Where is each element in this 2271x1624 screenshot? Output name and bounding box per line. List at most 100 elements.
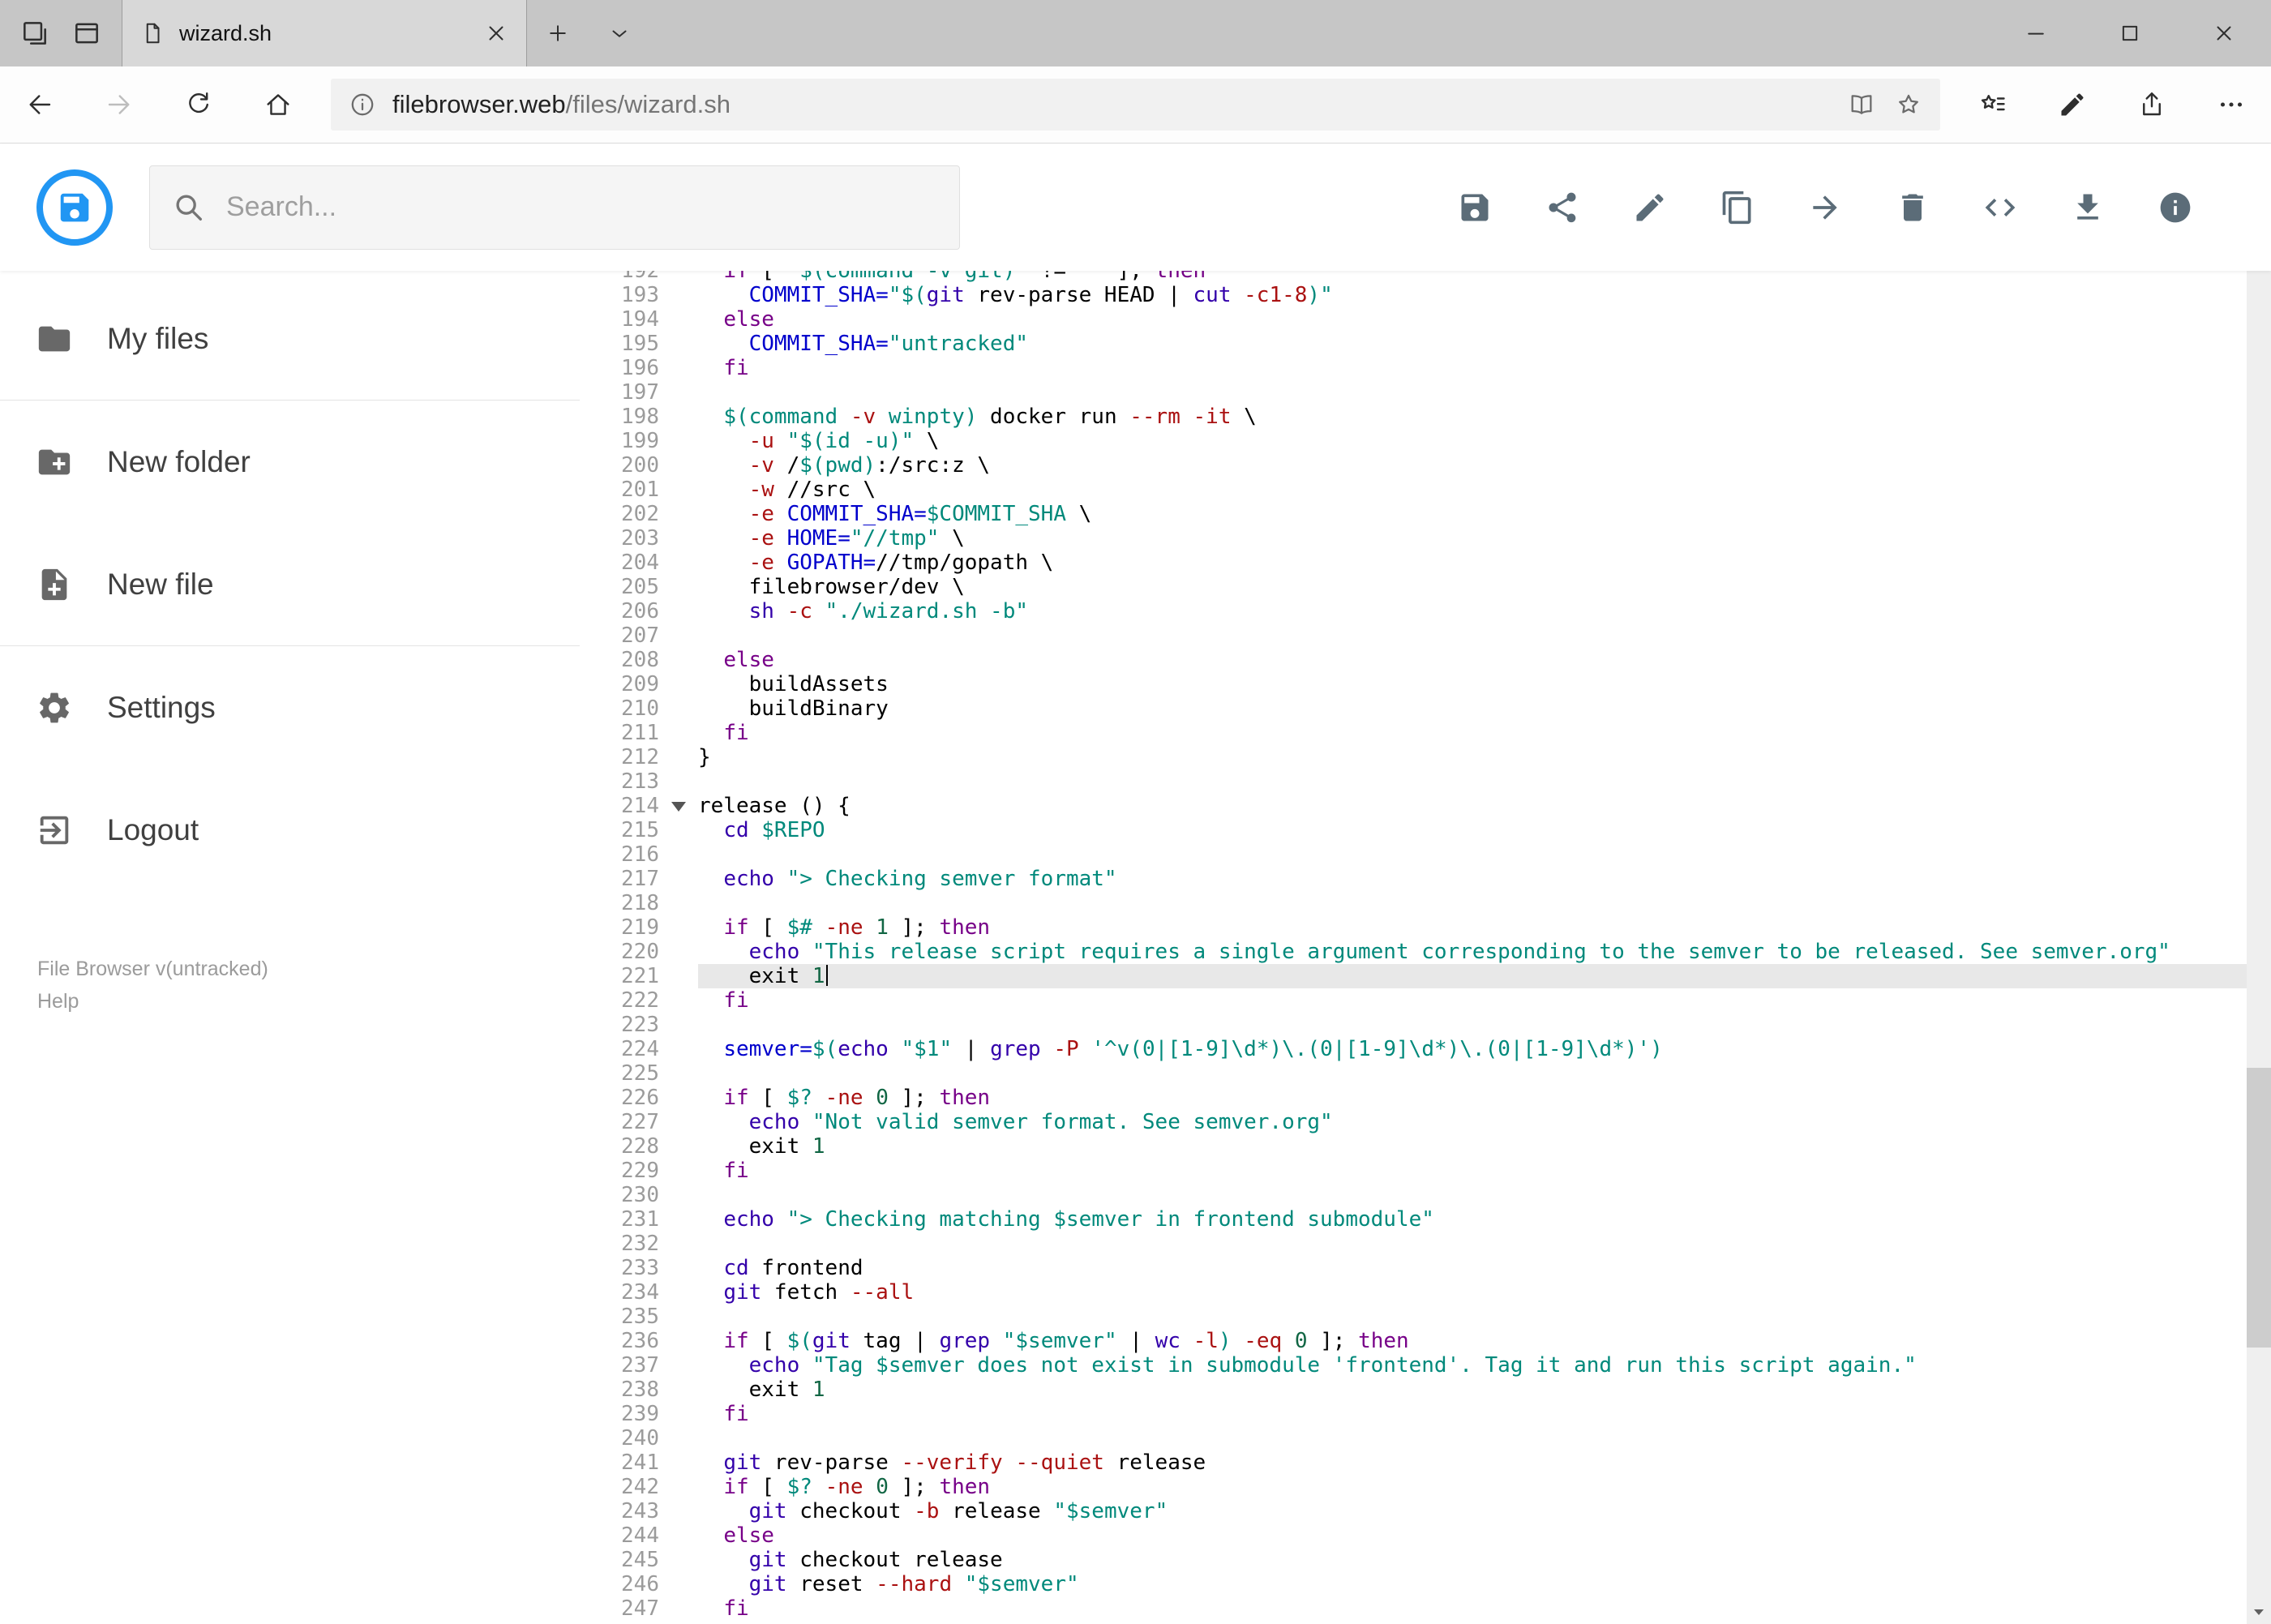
code-line-245[interactable]: 245 git checkout release (580, 1548, 2271, 1572)
home-button[interactable] (238, 66, 318, 143)
code-line-196[interactable]: 196 fi (580, 356, 2271, 380)
code-line-235[interactable]: 235 (580, 1305, 2271, 1329)
code-line-220[interactable]: 220 echo "This release script requires a… (580, 940, 2271, 964)
forward-button[interactable] (79, 66, 159, 143)
code-line-211[interactable]: 211 fi (580, 721, 2271, 745)
code-line-214[interactable]: 214 release () { (580, 794, 2271, 818)
reading-view-button[interactable] (1838, 79, 1885, 131)
refresh-button[interactable] (159, 66, 238, 143)
code-line-234[interactable]: 234 git fetch --all (580, 1280, 2271, 1305)
code-line-221[interactable]: 221 exit 1 (580, 964, 2271, 988)
code-line-244[interactable]: 244 else (580, 1523, 2271, 1548)
code-line-217[interactable]: 217 echo "> Checking semver format" (580, 867, 2271, 891)
raw-code-button[interactable] (1982, 190, 2018, 225)
code-line-241[interactable]: 241 git rev-parse --verify --quiet relea… (580, 1450, 2271, 1475)
code-line-208[interactable]: 208 else (580, 648, 2271, 672)
save-button[interactable] (1457, 190, 1493, 225)
back-button[interactable] (0, 66, 79, 143)
code-line-228[interactable]: 228 exit 1 (580, 1134, 2271, 1159)
download-button[interactable] (2070, 190, 2106, 225)
help-link[interactable]: Help (37, 985, 79, 1018)
code-line-195[interactable]: 195 COMMIT_SHA="untracked" (580, 332, 2271, 356)
minimize-button[interactable] (1989, 0, 2083, 66)
code-line-206[interactable]: 206 sh -c "./wizard.sh -b" (580, 599, 2271, 623)
code-line-225[interactable]: 225 (580, 1061, 2271, 1086)
sidebar-item-settings[interactable]: Settings (0, 646, 580, 769)
more-options-button[interactable] (2192, 66, 2271, 143)
set-aside-tabs-button[interactable] (19, 18, 50, 49)
code-line-215[interactable]: 215 cd $REPO (580, 818, 2271, 842)
copy-button[interactable] (1720, 190, 1755, 225)
search-bar[interactable] (149, 165, 960, 250)
address-bar[interactable]: filebrowser.web/files/wizard.sh (331, 79, 1940, 131)
add-favorite-button[interactable] (1885, 79, 1932, 131)
code-line-210[interactable]: 210 buildBinary (580, 696, 2271, 721)
code-line-236[interactable]: 236 if [ $(git tag | grep "$semver" | wc… (580, 1329, 2271, 1353)
share-button[interactable] (2112, 66, 2192, 143)
fold-marker[interactable] (659, 794, 698, 818)
code-line-193[interactable]: 193 COMMIT_SHA="$(git rev-parse HEAD | c… (580, 283, 2271, 307)
code-line-222[interactable]: 222 fi (580, 988, 2271, 1013)
code-line-242[interactable]: 242 if [ $? -ne 0 ]; then (580, 1475, 2271, 1499)
scrollbar-thumb[interactable] (2247, 1068, 2271, 1348)
code-line-207[interactable]: 207 (580, 623, 2271, 648)
code-line-216[interactable]: 216 (580, 842, 2271, 867)
file-info-button[interactable] (2157, 190, 2193, 225)
code-line-237[interactable]: 237 echo "Tag $semver does not exist in … (580, 1353, 2271, 1378)
code-line-243[interactable]: 243 git checkout -b release "$semver" (580, 1499, 2271, 1523)
code-line-230[interactable]: 230 (580, 1183, 2271, 1207)
maximize-button[interactable] (2083, 0, 2177, 66)
code-line-194[interactable]: 194 else (580, 307, 2271, 332)
code-line-202[interactable]: 202 -e COMMIT_SHA=$COMMIT_SHA \ (580, 502, 2271, 526)
delete-button[interactable] (1895, 190, 1930, 225)
code-line-240[interactable]: 240 (580, 1426, 2271, 1450)
code-line-232[interactable]: 232 (580, 1232, 2271, 1256)
code-editor[interactable]: 192 if [ "$(command -v git)" != "" ]; th… (580, 271, 2271, 1624)
sidebar-item-logout[interactable]: Logout (0, 769, 580, 891)
close-window-button[interactable] (2177, 0, 2271, 66)
code-line-224[interactable]: 224 semver=$(echo "$1" | grep -P '^v(0|[… (580, 1037, 2271, 1061)
new-tab-button[interactable] (527, 0, 589, 66)
code-line-233[interactable]: 233 cd frontend (580, 1256, 2271, 1280)
code-line-229[interactable]: 229 fi (580, 1159, 2271, 1183)
rename-button[interactable] (1632, 190, 1668, 225)
code-line-238[interactable]: 238 exit 1 (580, 1378, 2271, 1402)
code-line-198[interactable]: 198 $(command -v winpty) docker run --rm… (580, 405, 2271, 429)
scroll-down-button[interactable] (2247, 1600, 2271, 1624)
code-line-212[interactable]: 212} (580, 745, 2271, 769)
browser-tab[interactable]: wizard.sh (122, 0, 527, 66)
code-line-239[interactable]: 239 fi (580, 1402, 2271, 1426)
code-line-231[interactable]: 231 echo "> Checking matching $semver in… (580, 1207, 2271, 1232)
code-line-205[interactable]: 205 filebrowser/dev \ (580, 575, 2271, 599)
share-file-button[interactable] (1545, 190, 1580, 225)
code-line-192[interactable]: 192 if [ "$(command -v git)" != "" ]; th… (580, 271, 2271, 283)
code-line-219[interactable]: 219 if [ $# -ne 1 ]; then (580, 915, 2271, 940)
code-line-218[interactable]: 218 (580, 891, 2271, 915)
move-button[interactable] (1807, 190, 1843, 225)
code-line-223[interactable]: 223 (580, 1013, 2271, 1037)
code-line-199[interactable]: 199 -u "$(id -u)" \ (580, 429, 2271, 453)
code-line-226[interactable]: 226 if [ $? -ne 0 ]; then (580, 1086, 2271, 1110)
code-text: if [ "$(command -v git)" != "" ]; then (723, 271, 1206, 283)
sidebar-item-my-files[interactable]: My files (0, 277, 580, 400)
code-line-201[interactable]: 201 -w //src \ (580, 478, 2271, 502)
sidebar-item-new-folder[interactable]: New folder (0, 401, 580, 523)
code-line-209[interactable]: 209 buildAssets (580, 672, 2271, 696)
code-line-200[interactable]: 200 -v /$(pwd):/src:z \ (580, 453, 2271, 478)
code-line-227[interactable]: 227 echo "Not valid semver format. See s… (580, 1110, 2271, 1134)
code-line-203[interactable]: 203 -e HOME="//tmp" \ (580, 526, 2271, 551)
code-line-246[interactable]: 246 git reset --hard "$semver" (580, 1572, 2271, 1596)
code-line-197[interactable]: 197 (580, 380, 2271, 405)
vertical-scrollbar[interactable] (2247, 144, 2271, 1624)
show-tab-previews-button[interactable] (589, 0, 650, 66)
code-line-213[interactable]: 213 (580, 769, 2271, 794)
site-info-button[interactable] (339, 79, 386, 131)
code-line-204[interactable]: 204 -e GOPATH=//tmp/gopath \ (580, 551, 2271, 575)
tab-preview-button[interactable] (71, 18, 102, 49)
code-line-247[interactable]: 247 fi (580, 1596, 2271, 1621)
hub-favorites-button[interactable] (1953, 66, 2033, 143)
search-input[interactable] (226, 191, 936, 223)
sidebar-item-new-file[interactable]: New file (0, 523, 580, 645)
web-note-button[interactable] (2033, 66, 2112, 143)
close-tab-button[interactable] (484, 21, 508, 45)
